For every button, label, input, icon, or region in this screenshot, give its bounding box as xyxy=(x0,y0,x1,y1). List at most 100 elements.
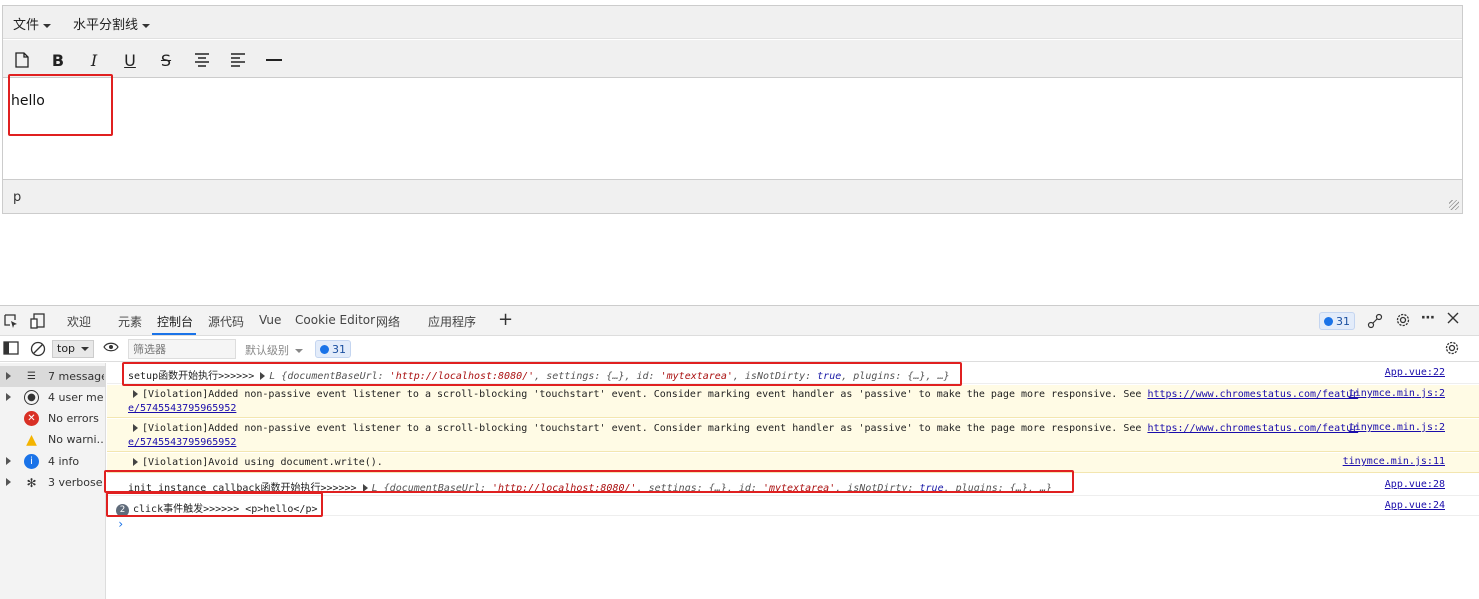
live-expression-button[interactable] xyxy=(103,341,119,357)
log-object[interactable]: L {documentBaseUrl: 'http://localhost:80… xyxy=(372,483,1052,494)
element-path[interactable]: p xyxy=(13,190,21,205)
resize-handle-icon[interactable] xyxy=(1449,200,1459,210)
console-prompt[interactable]: › xyxy=(117,517,124,531)
close-icon xyxy=(1447,312,1459,324)
editor-paragraph[interactable]: hello xyxy=(11,93,45,109)
expand-arrow-icon[interactable] xyxy=(133,424,138,432)
list-icon: ☰ xyxy=(27,371,36,382)
log-object[interactable]: L {documentBaseUrl: 'http://localhost:80… xyxy=(269,371,949,382)
settings-button[interactable] xyxy=(1395,312,1411,332)
clear-icon xyxy=(30,341,46,357)
more-options-button[interactable]: ⋯ xyxy=(1421,310,1435,326)
expand-arrow-icon[interactable] xyxy=(6,478,11,486)
devtools-panel: 欢迎 元素 控制台 源代码 Vue Cookie Editor 网络 应用程序 … xyxy=(0,305,1479,599)
chromestatus-link-cont[interactable]: e/5745543795965952 xyxy=(128,437,236,448)
align-left-button[interactable] xyxy=(227,49,249,71)
italic-button[interactable]: I xyxy=(83,49,105,71)
tab-elements[interactable]: 元素 xyxy=(118,313,142,330)
chevron-down-icon xyxy=(295,349,303,353)
message-icon xyxy=(1324,316,1333,326)
underline-button[interactable]: U xyxy=(119,49,141,71)
ellipsis-icon: ⋯ xyxy=(1421,310,1435,326)
chromestatus-link-cont[interactable]: e/5745543795965952 xyxy=(128,403,236,414)
horizontal-rule-button[interactable] xyxy=(263,49,285,71)
chromestatus-link[interactable]: https://www.chromestatus.com/featur xyxy=(1147,389,1358,400)
new-document-button[interactable] xyxy=(11,49,33,71)
expand-arrow-icon[interactable] xyxy=(133,390,138,398)
warning-icon: ▲ xyxy=(26,431,37,448)
toggle-sidebar-button[interactable] xyxy=(3,341,19,359)
expand-arrow-icon[interactable] xyxy=(6,457,11,465)
console-row-violation-1[interactable]: [Violation]Added non-passive event liste… xyxy=(107,385,1479,418)
violation-text: [Violation]Avoid using document.write(). xyxy=(142,457,383,468)
source-link[interactable]: App.vue:28 xyxy=(1385,479,1445,490)
editor-toolbar: B I U S xyxy=(3,40,1462,78)
tab-network[interactable]: 网络 xyxy=(376,313,400,330)
expand-arrow-icon[interactable] xyxy=(362,484,368,492)
log-level-label: 默认级别 xyxy=(245,344,289,357)
object-text: , isNotDirty: xyxy=(732,371,818,382)
tinymce-editor: 文件 水平分割线 B I U S hello p xyxy=(2,5,1463,214)
eye-icon xyxy=(103,342,119,352)
sidebar-item-label: 4 info xyxy=(48,455,80,468)
expand-arrow-icon[interactable] xyxy=(6,372,11,380)
inspect-element-button[interactable] xyxy=(3,313,19,333)
tab-vue[interactable]: Vue xyxy=(259,313,281,327)
object-text: , settings: {…}, id: xyxy=(534,371,661,382)
console-row-init[interactable]: init_instance_callback函数开始执行>>>>>> L {do… xyxy=(107,474,1479,496)
toolbar-issues-badge[interactable]: 31 xyxy=(315,340,351,358)
log-prefix: init_instance_callback函数开始执行>>>>>> xyxy=(128,483,363,494)
sidebar-item-label: 3 verbose xyxy=(48,476,103,489)
active-tab-indicator xyxy=(152,333,196,335)
editor-statusbar: p xyxy=(3,179,1462,213)
object-text: , isNotDirty: xyxy=(835,483,920,494)
strikethrough-button[interactable]: S xyxy=(155,49,177,71)
context-select[interactable]: top xyxy=(52,340,94,358)
tab-application[interactable]: 应用程序 xyxy=(428,313,476,330)
align-center-button[interactable] xyxy=(191,49,213,71)
console-settings-button[interactable] xyxy=(1444,340,1460,360)
tab-sources[interactable]: 源代码 xyxy=(208,313,244,330)
bold-button[interactable]: B xyxy=(47,49,69,71)
expand-arrow-icon[interactable] xyxy=(6,393,11,401)
source-link[interactable]: tinymce.min.js:11 xyxy=(1343,456,1445,467)
violation-text: [Violation]Added non-passive event liste… xyxy=(142,389,1148,400)
source-link[interactable]: tinymce.min.js:2 xyxy=(1349,422,1445,433)
issues-badge[interactable]: 31 xyxy=(1319,312,1355,330)
sidebar-item-messages[interactable]: ☰ 7 messages xyxy=(0,366,106,387)
connections-button[interactable] xyxy=(1367,313,1383,333)
expand-arrow-icon[interactable] xyxy=(260,372,266,380)
chromestatus-link[interactable]: https://www.chromestatus.com/featur xyxy=(1147,423,1358,434)
close-devtools-button[interactable] xyxy=(1446,311,1460,329)
console-row-violation-2[interactable]: [Violation]Added non-passive event liste… xyxy=(107,419,1479,452)
sidebar-item-user-messages[interactable]: ● 4 user me… xyxy=(0,387,106,408)
sidebar-item-verbose[interactable]: ✻ 3 verbose xyxy=(0,472,106,493)
new-document-icon xyxy=(15,52,29,68)
source-link[interactable]: App.vue:22 xyxy=(1385,367,1445,378)
editor-content-area[interactable]: hello xyxy=(3,79,1462,179)
sidebar-item-warnings[interactable]: ▲ No warni… xyxy=(0,429,106,450)
sidebar-item-info[interactable]: i 4 info xyxy=(0,451,106,472)
menu-file-label: 文件 xyxy=(13,18,40,33)
sidebar-item-label: 4 user me… xyxy=(48,391,104,404)
add-tab-button[interactable]: + xyxy=(498,309,513,330)
sidebar-item-label: No errors xyxy=(48,412,99,425)
clear-console-button[interactable] xyxy=(30,341,46,361)
source-link[interactable]: App.vue:24 xyxy=(1385,500,1445,511)
device-toolbar-button[interactable] xyxy=(30,313,46,333)
tab-cookie-editor[interactable]: Cookie Editor xyxy=(295,313,375,327)
gear-icon xyxy=(1396,313,1410,327)
object-text: , settings: {…}, id: xyxy=(636,483,763,494)
menu-file[interactable]: 文件 xyxy=(13,14,52,33)
menu-hr[interactable]: 水平分割线 xyxy=(73,14,151,33)
log-level-select[interactable]: 默认级别 xyxy=(245,342,303,358)
source-link[interactable]: tinymce.min.js:2 xyxy=(1349,388,1445,399)
filter-input[interactable] xyxy=(128,339,236,359)
tab-console[interactable]: 控制台 xyxy=(157,313,193,330)
console-row-setup[interactable]: setup函数开始执行>>>>>> L {documentBaseUrl: 'h… xyxy=(107,363,1479,384)
console-row-violation-3[interactable]: [Violation]Avoid using document.write().… xyxy=(107,453,1479,473)
expand-arrow-icon[interactable] xyxy=(133,458,138,466)
console-row-click[interactable]: 2 click事件触发>>>>>> <p>hello</p> App.vue:24 xyxy=(107,497,1479,517)
tab-welcome[interactable]: 欢迎 xyxy=(67,313,91,330)
sidebar-item-errors[interactable]: ✕ No errors xyxy=(0,408,106,429)
